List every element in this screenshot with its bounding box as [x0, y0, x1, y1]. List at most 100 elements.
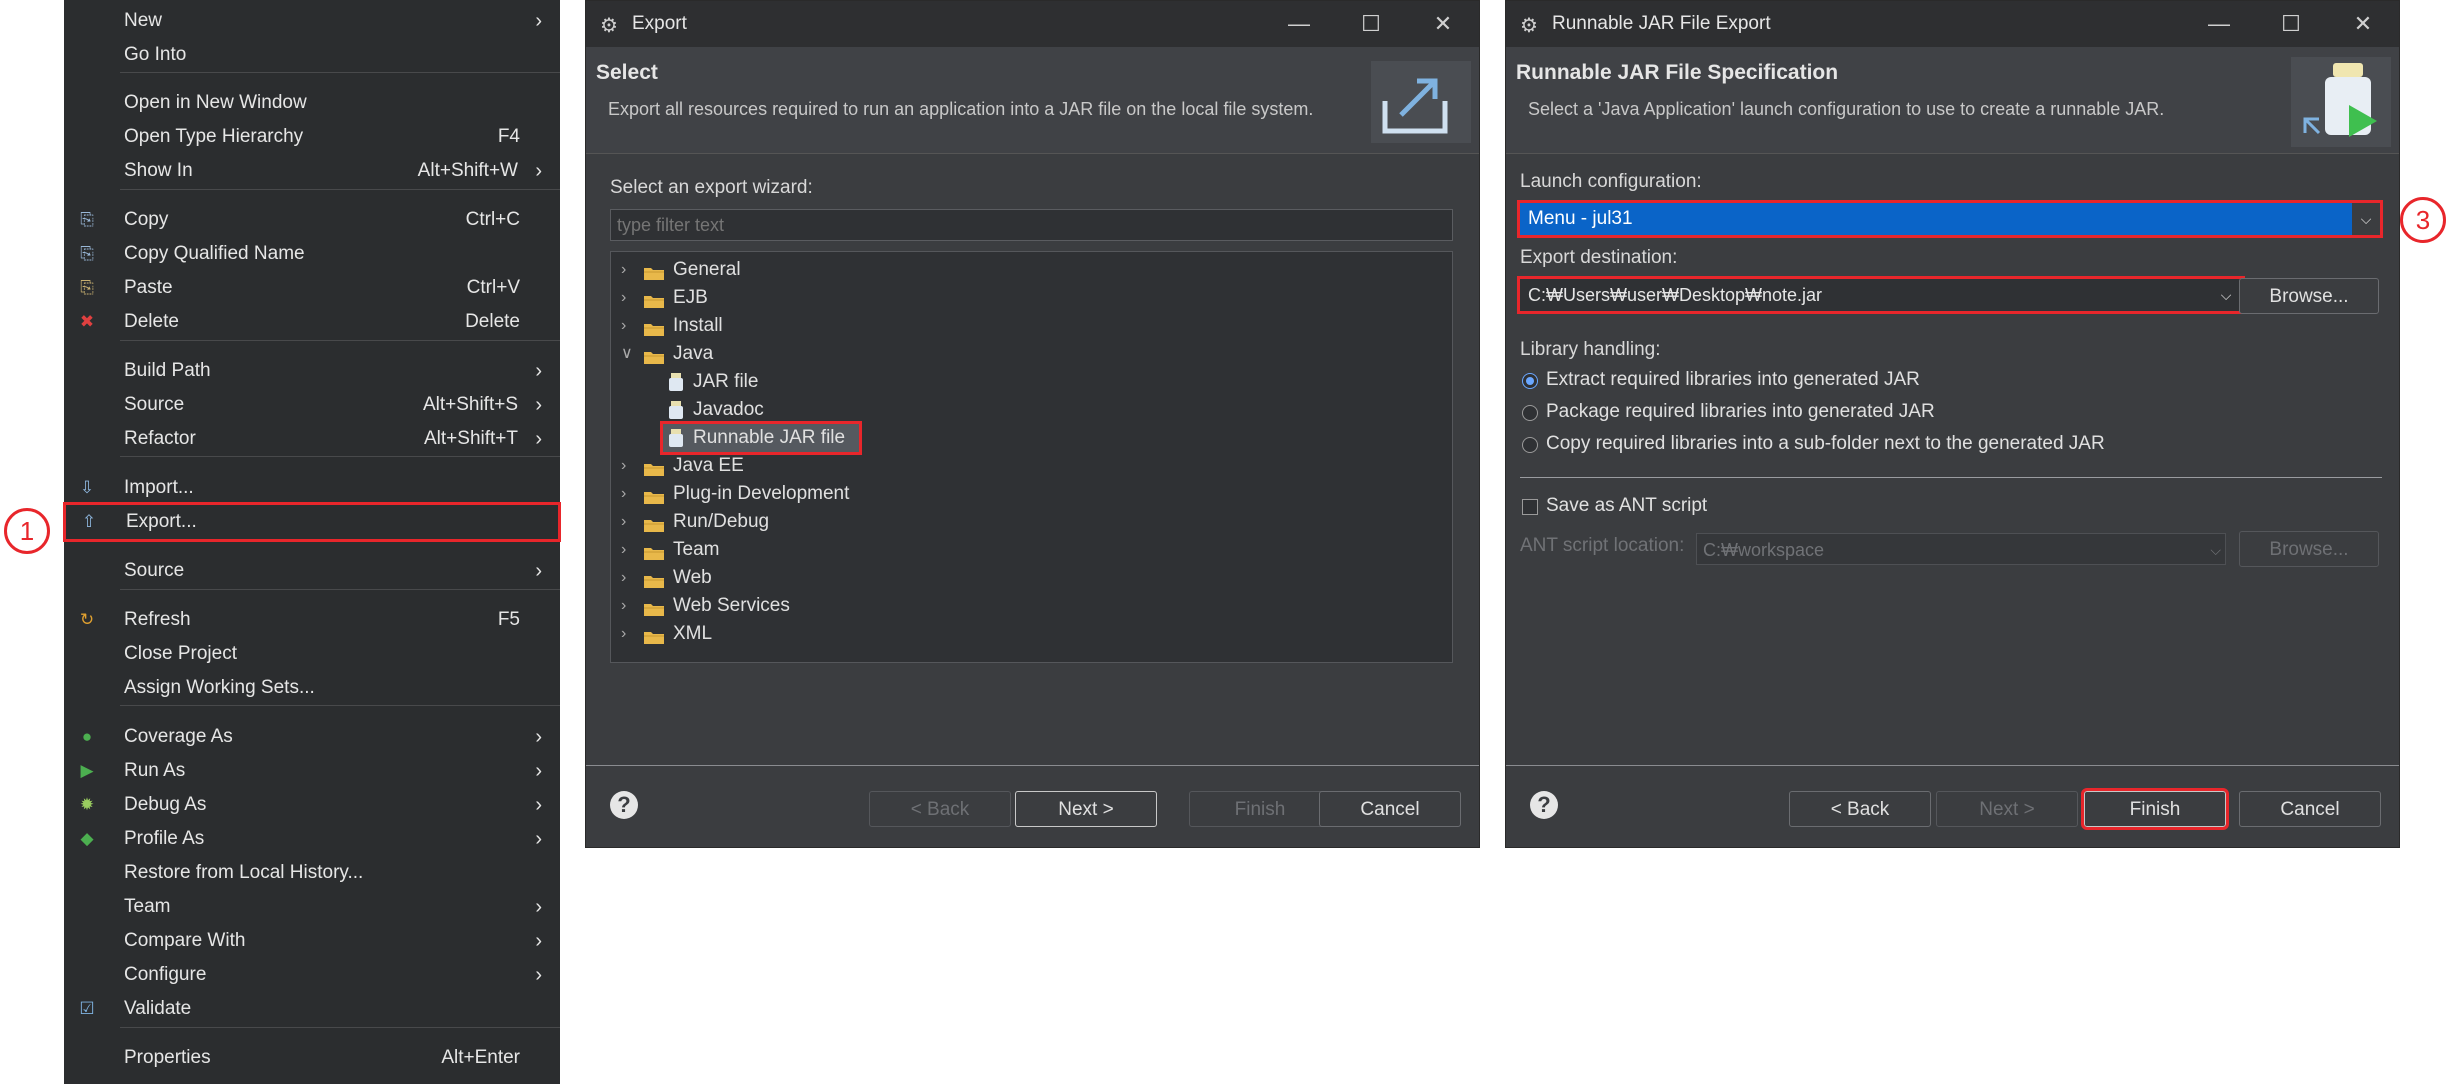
menu-item-open-type-hierarchy[interactable]: Open Type Hierarchy F4 [64, 120, 560, 154]
chevron-right-icon[interactable]: › [621, 480, 637, 508]
ant-location-value: C:₩workspace [1703, 540, 1825, 560]
menu-item-delete[interactable]: ✖ Delete Delete [64, 305, 560, 339]
menu-item-import[interactable]: ⇩ Import... [64, 471, 560, 505]
tree-label: Java EE [673, 455, 744, 476]
chevron-right-icon[interactable]: › [621, 312, 637, 340]
menu-item-copy-qualified-name[interactable]: ⎘ Copy Qualified Name [64, 237, 560, 271]
menu-item-team[interactable]: Team › [64, 890, 560, 924]
ant-location-label: ANT script location: [1520, 535, 1685, 556]
menu-item-profile-as[interactable]: ◆ Profile As › [64, 822, 560, 856]
back-button[interactable]: < Back [869, 791, 1011, 827]
tree-folder[interactable]: › EJB [621, 284, 1021, 312]
back-button[interactable]: < Back [1789, 791, 1931, 827]
menu-item-close-project[interactable]: Close Project [64, 637, 560, 671]
chevron-right-icon[interactable]: › [621, 508, 637, 536]
radio-copy[interactable] [1522, 437, 1538, 453]
tree-folder[interactable]: › Java EE [621, 452, 1021, 480]
tree-folder[interactable]: › XML [621, 620, 1021, 648]
menu-item-source[interactable]: Source Alt+Shift+S › [64, 388, 560, 422]
tree-label: Team [673, 539, 720, 560]
tree-folder[interactable]: › Run/Debug [621, 508, 1021, 536]
chevron-right-icon[interactable]: › [621, 536, 637, 564]
radio-extract-label[interactable]: Extract required libraries into generate… [1546, 369, 1920, 391]
chevron-right-icon[interactable]: › [621, 452, 637, 480]
footer-divider [586, 765, 1479, 766]
menu-item-new[interactable]: New › [64, 4, 560, 38]
browse-button[interactable]: Browse... [2239, 278, 2379, 314]
maximize-icon[interactable]: ☐ [2271, 1, 2311, 47]
chevron-right-icon[interactable]: › [621, 592, 637, 620]
chevron-right-icon[interactable]: › [621, 256, 637, 284]
menu-item-build-path[interactable]: Build Path › [64, 354, 560, 388]
tree-leaf[interactable]: JAR file [667, 368, 967, 396]
chevron-right-icon: › [535, 560, 542, 582]
chevron-down-icon[interactable]: ⌵ [2352, 203, 2380, 235]
chevron-down-icon[interactable]: ⌵ [2214, 279, 2238, 311]
menu-item-refactor[interactable]: Refactor Alt+Shift+T › [64, 422, 560, 456]
chevron-down-icon[interactable]: ∨ [621, 340, 637, 368]
menu-item-show-in[interactable]: Show In Alt+Shift+W › [64, 154, 560, 188]
tree-leaf[interactable]: Runnable JAR file [660, 421, 862, 455]
tree-leaf[interactable]: Javadoc [667, 396, 967, 424]
tree-folder[interactable]: › Install [621, 312, 1021, 340]
tree-folder[interactable]: › General [621, 256, 1021, 284]
cancel-button[interactable]: Cancel [2239, 791, 2381, 827]
next-button[interactable]: Next > [1015, 791, 1157, 827]
chevron-right-icon: › [535, 360, 542, 382]
menu-item-coverage-as[interactable]: ● Coverage As › [64, 720, 560, 754]
menu-item-refresh[interactable]: ↻ Refresh F5 [64, 603, 560, 637]
menu-item-go-into[interactable]: Go Into [64, 38, 560, 72]
menu-item-configure[interactable]: Configure › [64, 958, 560, 992]
menu-item-export[interactable]: ⇧ Export... [63, 502, 561, 542]
save-ant-label[interactable]: Save as ANT script [1546, 495, 1707, 517]
tree-folder[interactable]: › Team [621, 536, 1021, 564]
folder-icon [643, 290, 665, 308]
launch-config-select[interactable]: Menu - jul31 ⌵ [1517, 200, 2383, 238]
menu-separator [120, 72, 560, 73]
wizard-tree: › General › EJB › Install ∨ Java JAR file Javadoc… [610, 251, 1453, 663]
menu-item-label: Export... [126, 511, 197, 532]
filter-input[interactable] [610, 209, 1453, 241]
radio-package-label[interactable]: Package required libraries into generate… [1546, 401, 1935, 423]
menu-item-label: Validate [124, 998, 192, 1019]
minimize-icon[interactable]: — [1279, 1, 1319, 47]
close-icon[interactable]: ✕ [1423, 1, 1463, 47]
radio-extract[interactable] [1522, 373, 1538, 389]
menu-item-assign-working-sets[interactable]: Assign Working Sets... [64, 671, 560, 705]
tree-folder[interactable]: › Web [621, 564, 1021, 592]
cancel-button[interactable]: Cancel [1319, 791, 1461, 827]
menu-item-debug-as[interactable]: ✹ Debug As › [64, 788, 560, 822]
chevron-right-icon[interactable]: › [621, 284, 637, 312]
folder-icon [643, 514, 665, 532]
radio-copy-label[interactable]: Copy required libraries into a sub-folde… [1546, 433, 2105, 455]
minimize-icon[interactable]: — [2199, 1, 2239, 47]
menu-item-compare-with[interactable]: Compare With › [64, 924, 560, 958]
tree-folder[interactable]: › Web Services [621, 592, 1021, 620]
chevron-right-icon: › [535, 964, 542, 986]
help-icon[interactable]: ? [610, 791, 638, 819]
help-icon[interactable]: ? [1530, 791, 1558, 819]
menu-item-source[interactable]: Source › [64, 554, 560, 588]
menu-item-copy[interactable]: ⎘ Copy Ctrl+C [64, 203, 560, 237]
next-button[interactable]: Next > [1936, 791, 2078, 827]
maximize-icon[interactable]: ☐ [1351, 1, 1391, 47]
export-title: Export [632, 13, 687, 34]
save-ant-checkbox[interactable] [1522, 499, 1538, 515]
menu-item-run-as[interactable]: ▶ Run As › [64, 754, 560, 788]
tree-folder[interactable]: ∨ Java [621, 340, 1021, 368]
menu-item-validate[interactable]: ☑ Validate [64, 992, 560, 1026]
menu-item-paste[interactable]: ⎘ Paste Ctrl+V [64, 271, 560, 305]
menu-item-restore-from-local-history[interactable]: Restore from Local History... [64, 856, 560, 890]
chevron-right-icon[interactable]: › [621, 620, 637, 648]
radio-package[interactable] [1522, 405, 1538, 421]
tree-folder[interactable]: › Plug-in Development [621, 480, 1021, 508]
chevron-right-icon[interactable]: › [621, 564, 637, 592]
finish-button[interactable]: Finish [2081, 788, 2229, 830]
menu-item-shortcut: Ctrl+V [466, 277, 520, 298]
close-icon[interactable]: ✕ [2343, 1, 2383, 47]
finish-button[interactable]: Finish [1189, 791, 1331, 827]
menu-item-open-in-new-window[interactable]: Open in New Window [64, 86, 560, 120]
menu-item-properties[interactable]: Properties Alt+Enter [64, 1041, 560, 1075]
export-destination-combo[interactable]: C:₩Users₩user₩Desktop₩note.jar ⌵ [1517, 276, 2245, 314]
jar-icon [667, 400, 689, 419]
